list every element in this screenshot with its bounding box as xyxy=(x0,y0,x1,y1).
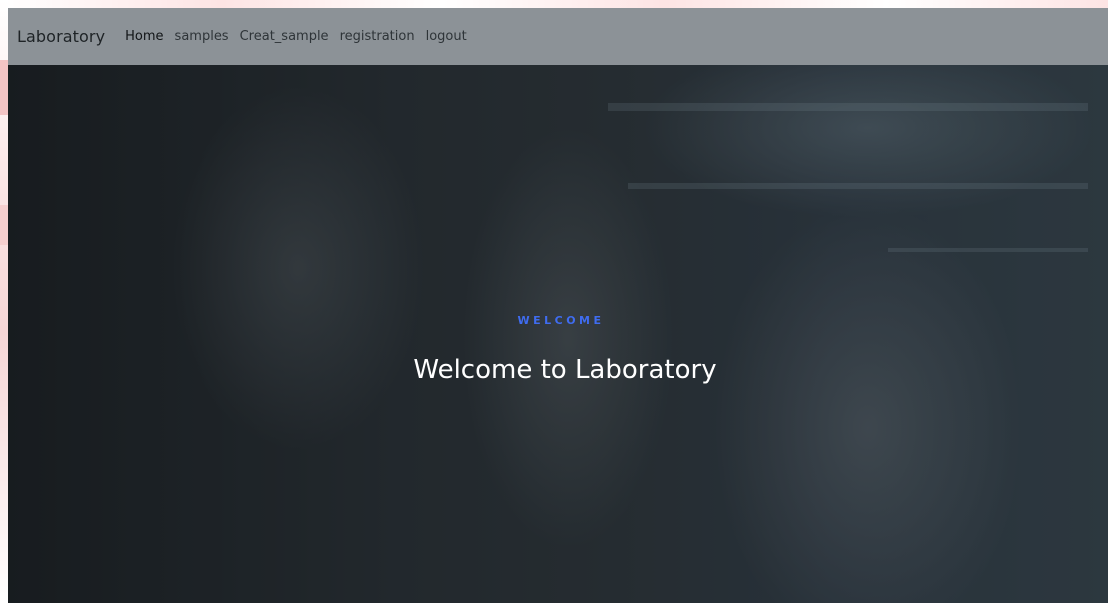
decorative-blob xyxy=(0,60,8,115)
hero-eyebrow: WELCOME xyxy=(517,314,605,327)
hero-text-block: WELCOME Welcome to Laboratory xyxy=(8,300,1108,385)
nav-link-logout[interactable]: logout xyxy=(426,29,467,44)
nav-link-home[interactable]: Home xyxy=(125,29,163,44)
nav-link-creat-sample[interactable]: Creat_sample xyxy=(240,29,329,44)
nav-link-samples[interactable]: samples xyxy=(175,29,229,44)
brand-logo[interactable]: Laboratory xyxy=(17,27,105,46)
top-decorative-band xyxy=(0,0,1108,8)
left-decorative-strip xyxy=(0,0,8,603)
page: Laboratory Home samples Creat_sample reg… xyxy=(0,0,1108,603)
decorative-blob xyxy=(0,205,8,245)
nav-link-registration[interactable]: registration xyxy=(340,29,415,44)
navbar: Laboratory Home samples Creat_sample reg… xyxy=(8,8,1108,65)
hero-headline: Welcome to Laboratory xyxy=(413,355,717,385)
